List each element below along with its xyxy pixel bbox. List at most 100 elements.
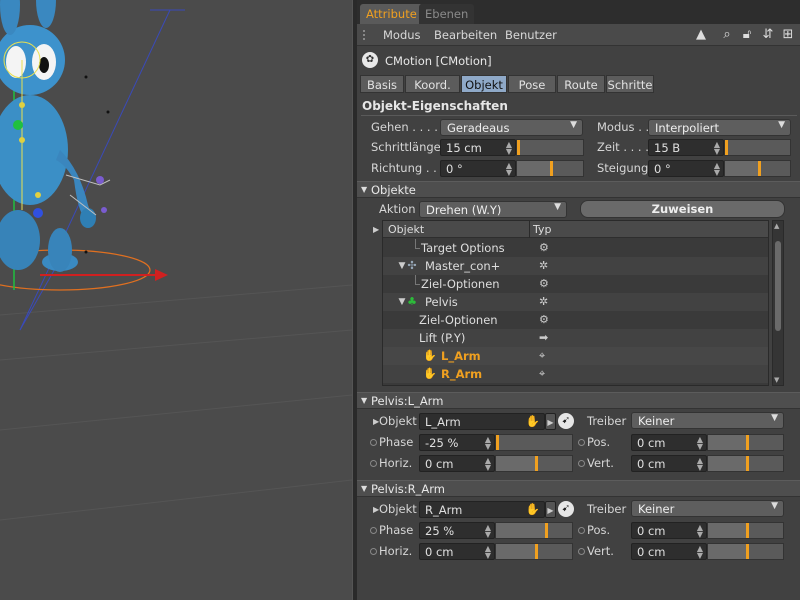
slider-knob[interactable] bbox=[496, 435, 499, 450]
schrittlaenge-slider[interactable] bbox=[516, 139, 584, 156]
tree-row[interactable]: Ziel-Optionen ⚙ bbox=[383, 275, 768, 293]
spinner-icon[interactable]: ▲ ▼ bbox=[697, 524, 703, 539]
col-typ[interactable]: Typ bbox=[533, 223, 552, 236]
zeit-field[interactable]: 15 B ▲ ▼ bbox=[648, 139, 724, 156]
steigung-slider[interactable] bbox=[724, 160, 791, 177]
spinner-icon[interactable]: ▲ ▼ bbox=[485, 436, 491, 451]
animation-radio[interactable] bbox=[370, 460, 377, 467]
menu-bearbeiten[interactable]: Bearbeiten bbox=[434, 28, 497, 42]
slider-knob[interactable] bbox=[746, 456, 749, 471]
zeit-slider[interactable] bbox=[724, 139, 791, 156]
objekte-tree[interactable]: Objekt Typ Target Options ⚙ ▼ ✣ Master_c… bbox=[382, 220, 769, 386]
new-panel-icon[interactable]: ⊞ bbox=[780, 27, 796, 43]
tree-row[interactable]: ▼ ✣ Master_con+ ✲ bbox=[383, 257, 768, 275]
l-horiz-slider[interactable] bbox=[495, 455, 573, 472]
tab-objekt[interactable]: Objekt bbox=[461, 75, 507, 93]
slider-knob[interactable] bbox=[535, 456, 538, 471]
spinner-icon[interactable]: ▲ ▼ bbox=[485, 545, 491, 560]
r-phase-field[interactable]: 25 % ▲ ▼ bbox=[419, 522, 495, 539]
gehen-dropdown[interactable]: Geradeaus ▼ bbox=[440, 119, 583, 136]
link-menu-arrow[interactable]: ▶ bbox=[545, 501, 556, 518]
viewport-3d[interactable] bbox=[0, 0, 352, 600]
slider-knob[interactable] bbox=[746, 544, 749, 559]
l-phase-field[interactable]: -25 % ▲ ▼ bbox=[419, 434, 495, 451]
l-pos-slider[interactable] bbox=[707, 434, 784, 451]
l-phase-slider[interactable] bbox=[495, 434, 573, 451]
tab-route[interactable]: Route bbox=[557, 75, 605, 93]
slider-knob[interactable] bbox=[746, 523, 749, 538]
pick-object-icon[interactable]: ➹ bbox=[558, 413, 574, 429]
spinner-icon[interactable]: ▲ ▼ bbox=[485, 524, 491, 539]
tree-row[interactable]: ✋ L_Arm ⌖ bbox=[383, 347, 768, 365]
tab-schritte[interactable]: Schritte bbox=[606, 75, 654, 93]
animation-radio[interactable] bbox=[370, 439, 377, 446]
zuweisen-button[interactable]: Zuweisen bbox=[580, 200, 785, 218]
lock-icon[interactable]: 🔓︎ bbox=[739, 27, 755, 43]
r-horiz-slider[interactable] bbox=[495, 543, 573, 560]
slider-knob[interactable] bbox=[725, 140, 728, 155]
modus-dropdown[interactable]: Interpoliert ▼ bbox=[648, 119, 791, 136]
r-vert-slider[interactable] bbox=[707, 543, 784, 560]
pelvis-r-arm-group-header[interactable]: ▼ Pelvis:R_Arm bbox=[357, 480, 800, 497]
spinner-icon[interactable]: ▲ ▼ bbox=[485, 457, 491, 472]
l-arm-objekt-field[interactable]: L_Arm ✋ bbox=[419, 413, 545, 430]
l-vert-slider[interactable] bbox=[707, 455, 784, 472]
spinner-icon[interactable]: ▲ ▼ bbox=[697, 436, 703, 451]
tab-basis[interactable]: Basis bbox=[360, 75, 404, 93]
spinner-icon[interactable]: ▲ ▼ bbox=[506, 162, 512, 177]
search-icon[interactable]: ⌕ bbox=[719, 27, 735, 43]
menu-benutzer[interactable]: Benutzer bbox=[505, 28, 557, 42]
cursor-arrow-icon[interactable]: ▲ bbox=[693, 27, 709, 43]
aktion-dropdown[interactable]: Drehen (W.Y) ▼ bbox=[419, 201, 567, 218]
r-arm-objekt-field[interactable]: R_Arm ✋ bbox=[419, 501, 545, 518]
tree-row[interactable]: ✋ R_Arm ⌖ bbox=[383, 365, 768, 383]
r-phase-slider[interactable] bbox=[495, 522, 573, 539]
slider-knob[interactable] bbox=[517, 140, 520, 155]
tab-ebenen[interactable]: Ebenen bbox=[419, 4, 475, 24]
richtung-slider[interactable] bbox=[516, 160, 584, 177]
r-pos-slider[interactable] bbox=[707, 522, 784, 539]
scroll-down-icon[interactable]: ▼ bbox=[774, 376, 779, 384]
tree-row[interactable]: Ziel-Optionen ⚙ bbox=[383, 311, 768, 329]
expand-triangle-icon[interactable]: ▶ bbox=[373, 225, 379, 234]
l-pos-field[interactable]: 0 cm ▲ ▼ bbox=[631, 434, 707, 451]
history-icon[interactable]: ⇵ bbox=[760, 27, 776, 43]
slider-knob[interactable] bbox=[758, 161, 761, 176]
slider-knob[interactable] bbox=[746, 435, 749, 450]
r-vert-field[interactable]: 0 cm ▲ ▼ bbox=[631, 543, 707, 560]
r-treiber-dropdown[interactable]: Keiner ▼ bbox=[631, 500, 784, 517]
spinner-icon[interactable]: ▲ ▼ bbox=[697, 545, 703, 560]
r-horiz-field[interactable]: 0 cm ▲ ▼ bbox=[419, 543, 495, 560]
tab-attribute[interactable]: Attribute bbox=[360, 4, 423, 24]
slider-knob[interactable] bbox=[550, 161, 553, 176]
slider-knob[interactable] bbox=[535, 544, 538, 559]
tree-row[interactable]: Target Options ⚙ bbox=[383, 239, 768, 257]
pelvis-l-arm-group-header[interactable]: ▼ Pelvis:L_Arm bbox=[357, 392, 800, 409]
schrittlaenge-field[interactable]: 15 cm ▲ ▼ bbox=[440, 139, 516, 156]
scroll-thumb[interactable] bbox=[775, 241, 781, 331]
l-vert-field[interactable]: 0 cm ▲ ▼ bbox=[631, 455, 707, 472]
animation-radio[interactable] bbox=[370, 527, 377, 534]
link-menu-arrow[interactable]: ▶ bbox=[545, 413, 556, 430]
r-pos-field[interactable]: 0 cm ▲ ▼ bbox=[631, 522, 707, 539]
pick-object-icon[interactable]: ➹ bbox=[558, 501, 574, 517]
tab-koord[interactable]: Koord. bbox=[405, 75, 460, 93]
steigung-field[interactable]: 0 ° ▲ ▼ bbox=[648, 160, 724, 177]
tree-row[interactable]: Lift (P.Y) ➡ bbox=[383, 329, 768, 347]
tree-scrollbar[interactable]: ▲ ▼ bbox=[772, 220, 784, 386]
col-objekt[interactable]: Objekt bbox=[388, 223, 424, 236]
tab-pose[interactable]: Pose bbox=[508, 75, 556, 93]
menu-modus[interactable]: Modus bbox=[383, 28, 421, 42]
animation-radio[interactable] bbox=[578, 439, 585, 446]
spinner-icon[interactable]: ▲ ▼ bbox=[714, 141, 720, 156]
spinner-icon[interactable]: ▲ ▼ bbox=[697, 457, 703, 472]
slider-knob[interactable] bbox=[545, 523, 548, 538]
animation-radio[interactable] bbox=[370, 548, 377, 555]
scroll-up-icon[interactable]: ▲ bbox=[774, 222, 779, 230]
spinner-icon[interactable]: ▲ ▼ bbox=[506, 141, 512, 156]
l-horiz-field[interactable]: 0 cm ▲ ▼ bbox=[419, 455, 495, 472]
tree-row[interactable]: ▼ ♣ Pelvis ✲ bbox=[383, 293, 768, 311]
objekte-group-header[interactable]: ▼ Objekte bbox=[357, 181, 800, 198]
spinner-icon[interactable]: ▲ ▼ bbox=[714, 162, 720, 177]
animation-radio[interactable] bbox=[578, 548, 585, 555]
